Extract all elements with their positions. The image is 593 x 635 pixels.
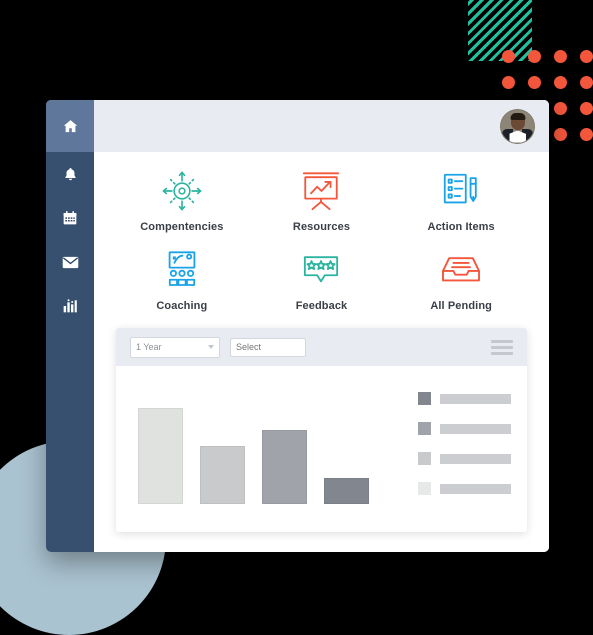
legend-label-placeholder: [440, 423, 511, 434]
decor-dot: [528, 76, 541, 89]
chart-legend: [388, 388, 511, 532]
period-select-value: 1 Year: [136, 342, 162, 352]
sidebar-item-messages[interactable]: [46, 240, 94, 284]
legend-swatch: [418, 392, 431, 405]
top-bar: [94, 100, 549, 152]
tile-coaching[interactable]: Coaching: [112, 247, 252, 312]
bar-2[interactable]: [200, 446, 245, 504]
chart-toolbar: 1 Year: [116, 328, 527, 366]
legend-label-placeholder: [440, 483, 511, 494]
bar-1[interactable]: [138, 408, 183, 504]
striped-square-decoration: [468, 0, 532, 61]
chart-panel: 1 Year: [116, 328, 527, 532]
legend-item[interactable]: [418, 452, 511, 465]
feedback-icon: [299, 247, 343, 293]
legend-swatch: [418, 452, 431, 465]
menu-bar: [491, 351, 513, 355]
tile-label: Feedback: [295, 300, 348, 312]
sidebar: [46, 100, 94, 552]
menu-bar: [491, 345, 513, 349]
decor-dot: [528, 50, 541, 63]
menu-bar: [491, 339, 513, 343]
tile-label: Action Items: [427, 221, 495, 233]
chart-body: [116, 366, 527, 532]
filter-select-input[interactable]: [230, 337, 306, 357]
coaching-icon: [160, 247, 204, 293]
bar-4[interactable]: [324, 478, 369, 504]
legend-label-placeholder: [440, 393, 511, 404]
legend-item[interactable]: [418, 392, 511, 405]
decor-dot: [502, 50, 515, 63]
chevron-down-icon: [208, 345, 214, 349]
tile-all-pending[interactable]: All Pending: [391, 247, 531, 312]
home-icon: [62, 118, 79, 135]
decor-dot: [580, 76, 593, 89]
bar-chart: [132, 388, 388, 532]
decor-dot: [554, 128, 567, 141]
tile-label: Resources: [292, 221, 351, 233]
tile-action-items[interactable]: Action Items: [391, 168, 531, 233]
sidebar-item-calendar[interactable]: [46, 196, 94, 240]
hamburger-menu-icon[interactable]: [491, 339, 513, 355]
all-pending-icon: [439, 247, 483, 293]
decor-dot: [554, 76, 567, 89]
bell-icon: [63, 166, 78, 182]
decor-dot: [502, 76, 515, 89]
tile-label: All Pending: [430, 300, 492, 312]
period-select[interactable]: 1 Year: [130, 336, 220, 358]
calendar-icon: [62, 210, 78, 226]
decor-dot: [580, 128, 593, 141]
envelope-icon: [62, 256, 79, 269]
tile-resources[interactable]: Resources: [252, 168, 392, 233]
resources-icon: [299, 168, 343, 214]
competencies-icon: [159, 168, 205, 214]
tile-competencies[interactable]: Compentencies: [112, 168, 252, 233]
decor-dot: [580, 102, 593, 115]
sidebar-item-reports[interactable]: [46, 284, 94, 328]
tile-feedback[interactable]: Feedback: [252, 247, 392, 312]
legend-swatch: [418, 422, 431, 435]
legend-item[interactable]: [418, 422, 511, 435]
shortcut-tiles: Compentencies Resources Action Items Coa…: [94, 152, 549, 318]
tile-label: Compentencies: [140, 221, 224, 233]
action-items-icon: [440, 168, 482, 214]
bar-chart-icon: [62, 298, 78, 314]
sidebar-item-notifications[interactable]: [46, 152, 94, 196]
main-content: Compentencies Resources Action Items Coa…: [94, 100, 549, 552]
bar-3[interactable]: [262, 430, 307, 504]
decor-dot: [554, 50, 567, 63]
tile-label: Coaching: [156, 300, 208, 312]
legend-item[interactable]: [418, 482, 511, 495]
decor-dot: [580, 50, 593, 63]
sidebar-item-home[interactable]: [46, 100, 94, 152]
avatar[interactable]: [500, 108, 535, 144]
decor-dot: [554, 102, 567, 115]
legend-swatch: [418, 482, 431, 495]
avatar-hair: [510, 112, 525, 120]
app-window: Compentencies Resources Action Items Coa…: [46, 100, 549, 552]
legend-label-placeholder: [440, 453, 511, 464]
